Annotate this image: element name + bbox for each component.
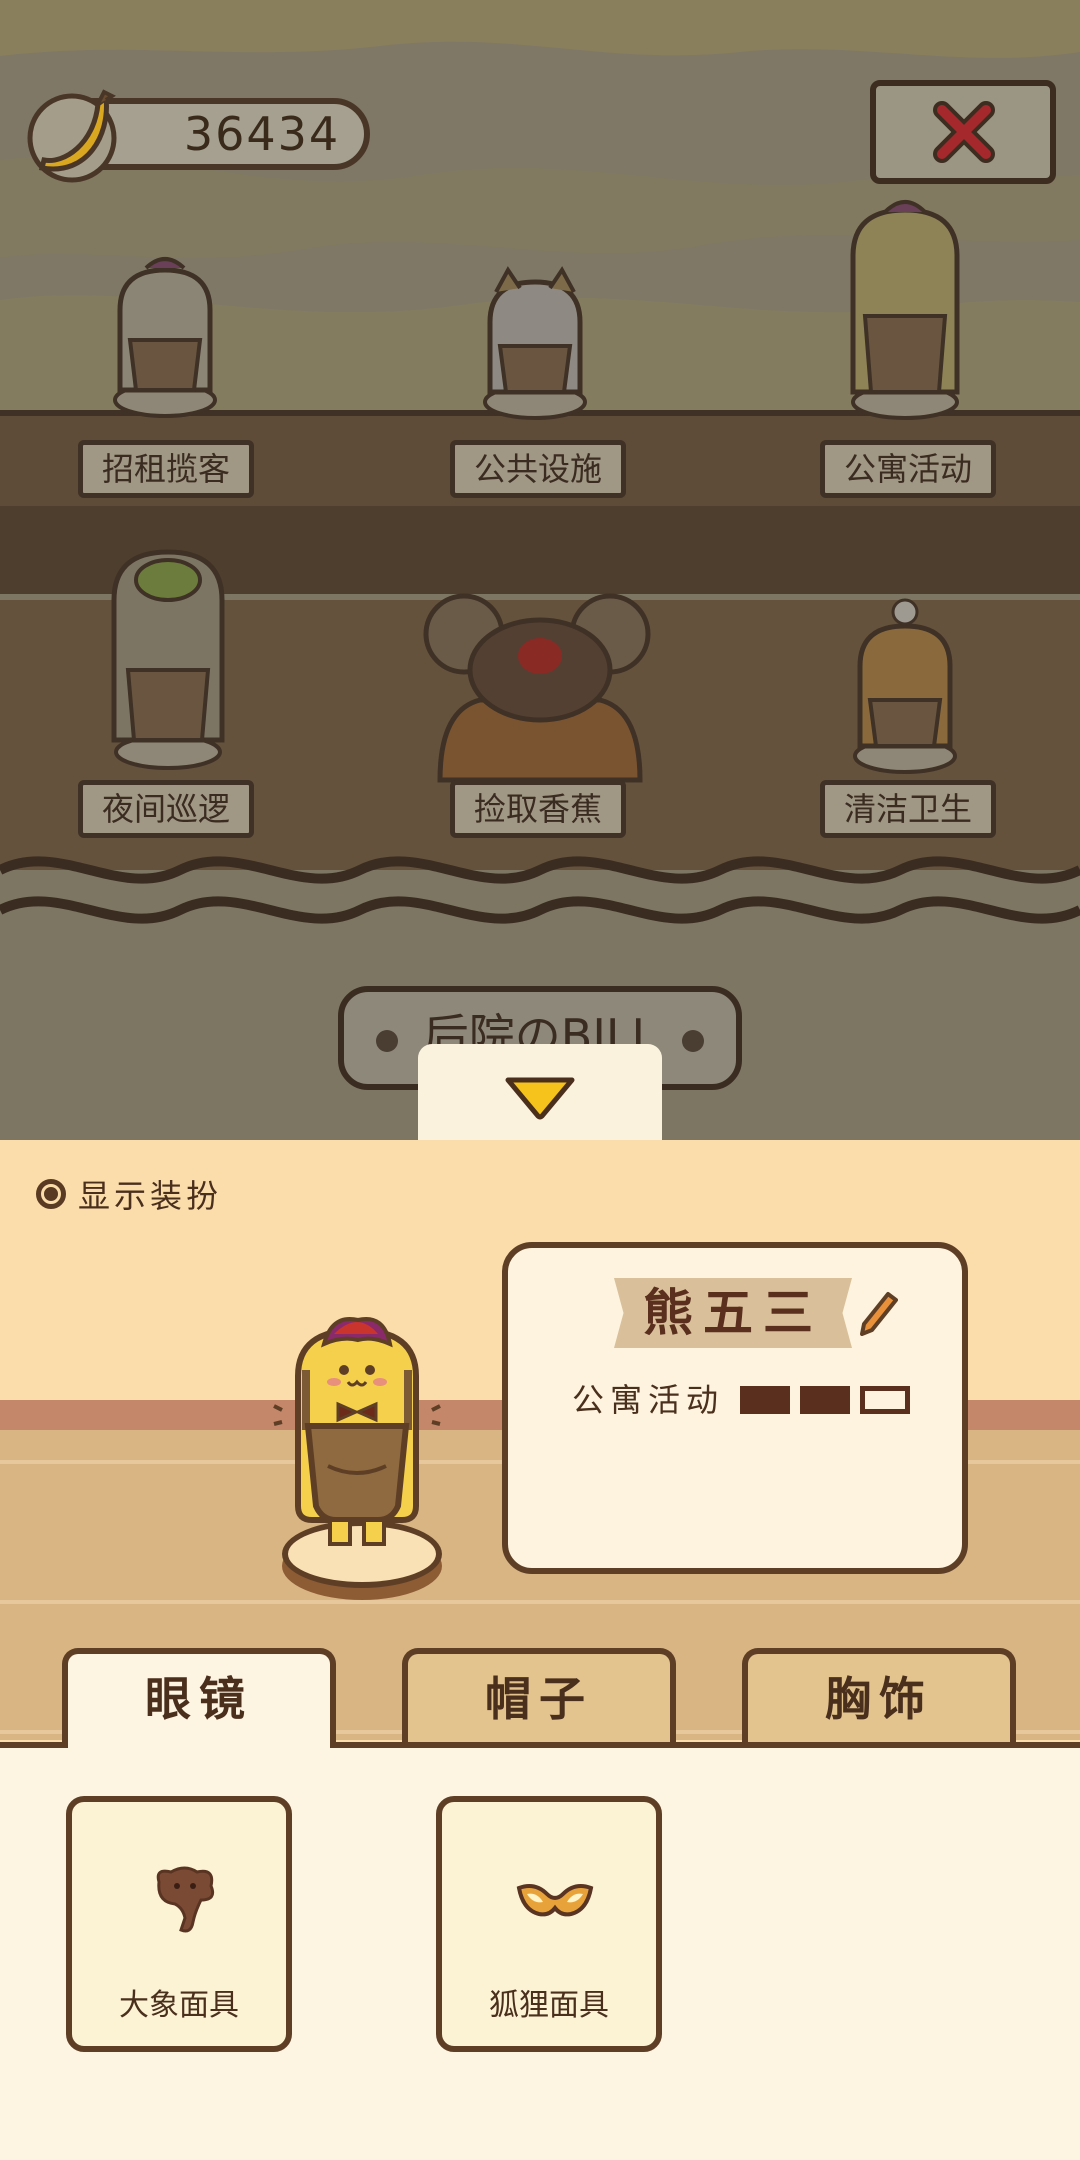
stage-waves xyxy=(0,856,1080,924)
show-outfit-label: 显示装扮 xyxy=(78,1177,223,1215)
show-outfit-toggle[interactable]: 显示装扮 xyxy=(36,1172,222,1216)
tab-glasses[interactable]: 眼镜 xyxy=(62,1648,336,1750)
item-label: 狐狸面具 xyxy=(489,1988,609,2023)
job-plate-3[interactable]: 公寓活动 xyxy=(820,440,996,498)
job-plate-4[interactable]: 夜间巡逻 xyxy=(78,780,254,838)
fox-mask-icon xyxy=(516,1884,594,1917)
sign-bolt-left xyxy=(376,1030,398,1052)
tab-chest[interactable]: 胸饰 xyxy=(742,1648,1016,1744)
item-card-fox-mask[interactable]: 狐狸面具 xyxy=(436,1796,662,2052)
job-plate-1[interactable]: 招租揽客 xyxy=(78,440,254,498)
job-plate-2[interactable]: 公共设施 xyxy=(450,440,626,498)
job-character-6 xyxy=(853,598,957,774)
edit-pencil-icon[interactable] xyxy=(858,1290,898,1336)
level-box-3 xyxy=(860,1386,910,1414)
job-character-2 xyxy=(483,266,587,420)
collapse-panel-button[interactable] xyxy=(418,1044,662,1140)
active-tab-joiner xyxy=(68,1738,330,1750)
show-outfit-radio[interactable] xyxy=(36,1179,66,1209)
tab-hats[interactable]: 帽子 xyxy=(402,1648,676,1744)
job-character-3 xyxy=(850,200,960,420)
backyard-scene: 36434 招租揽客 公共设施 公寓活动 夜间巡逻 捡取香蕉 清洁卫生 后院のB… xyxy=(0,0,1080,1140)
job-plate-6[interactable]: 清洁卫生 xyxy=(820,780,996,838)
level-box-2 xyxy=(800,1386,850,1414)
level-box-1 xyxy=(740,1386,790,1414)
job-character-1 xyxy=(113,257,217,418)
job-character-4 xyxy=(111,549,225,770)
banana-icon xyxy=(27,89,117,183)
floor-line xyxy=(0,1600,1080,1604)
item-card-elephant-mask[interactable]: 大象面具 xyxy=(66,1796,292,2052)
sign-bolt-right xyxy=(682,1030,704,1052)
character-name: 熊五三 xyxy=(643,1284,823,1342)
coin-amount: 36434 xyxy=(183,107,341,161)
job-plate-5[interactable]: 捡取香蕉 xyxy=(450,780,626,838)
character-job: 公寓活动 xyxy=(572,1381,725,1419)
chevron-down-icon xyxy=(505,1077,575,1120)
preview-character xyxy=(273,1317,441,1546)
close-x-icon xyxy=(933,101,995,163)
elephant-mask-icon xyxy=(156,1866,215,1933)
item-label: 大象面具 xyxy=(119,1988,239,2023)
job-character-5 xyxy=(423,593,651,783)
close-button[interactable] xyxy=(870,80,1056,184)
